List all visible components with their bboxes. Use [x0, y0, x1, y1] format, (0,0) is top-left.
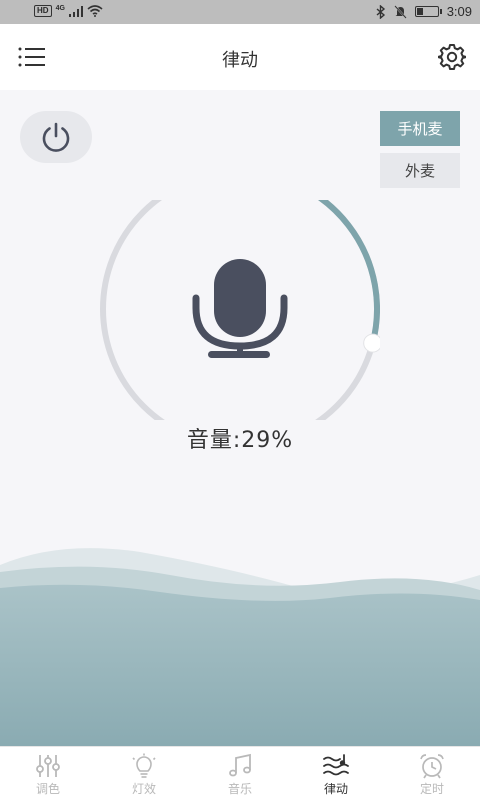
- settings-button[interactable]: [438, 43, 466, 71]
- bottom-tab-bar: 调色 灯效 音乐 律动 定时: [0, 746, 480, 801]
- tab-light-effects[interactable]: 灯效: [96, 747, 192, 801]
- sliders-icon: [36, 755, 60, 777]
- tab-color[interactable]: 调色: [0, 747, 96, 801]
- phone-mic-button[interactable]: 手机麦: [380, 111, 460, 146]
- decorative-waves: [0, 548, 480, 746]
- page-title: 律动: [222, 50, 258, 71]
- volume-label: 音量:29%: [186, 428, 294, 453]
- status-right: 3:09: [376, 4, 472, 19]
- status-time: 3:09: [446, 4, 472, 19]
- wifi-icon: [87, 5, 103, 17]
- alarm-clock-icon: [420, 754, 444, 779]
- tab-music[interactable]: 音乐: [192, 747, 288, 801]
- rhythm-wave-icon: [323, 754, 349, 776]
- battery-icon: [414, 6, 442, 17]
- gear-icon: [438, 44, 466, 70]
- signal-icon: [68, 5, 83, 17]
- network-type: 4G: [55, 4, 65, 12]
- microphone-icon: [192, 259, 288, 358]
- tab-label: 定时: [419, 782, 444, 796]
- app-header: 律动: [0, 24, 480, 90]
- hd-badge: HD: [34, 5, 52, 17]
- tab-label: 灯效: [131, 782, 156, 796]
- external-mic-button[interactable]: 外麦: [380, 153, 460, 188]
- power-icon: [42, 122, 70, 152]
- tab-timer[interactable]: 定时: [384, 747, 480, 801]
- tab-rhythm[interactable]: 律动: [288, 747, 384, 801]
- tab-label: 音乐: [227, 782, 252, 796]
- music-note-icon: [229, 753, 251, 777]
- status-bar: HD 4G 3:09: [0, 0, 480, 24]
- tab-label: 律动: [323, 782, 348, 796]
- bluetooth-icon: [376, 4, 385, 19]
- volume-knob: [363, 333, 380, 353]
- volume-dial[interactable]: [100, 200, 380, 420]
- mute-bell-icon: [393, 4, 407, 19]
- power-button[interactable]: [20, 111, 92, 163]
- tab-label: 调色: [35, 782, 60, 796]
- bulb-icon: [132, 753, 156, 778]
- status-left: HD 4G: [34, 5, 103, 17]
